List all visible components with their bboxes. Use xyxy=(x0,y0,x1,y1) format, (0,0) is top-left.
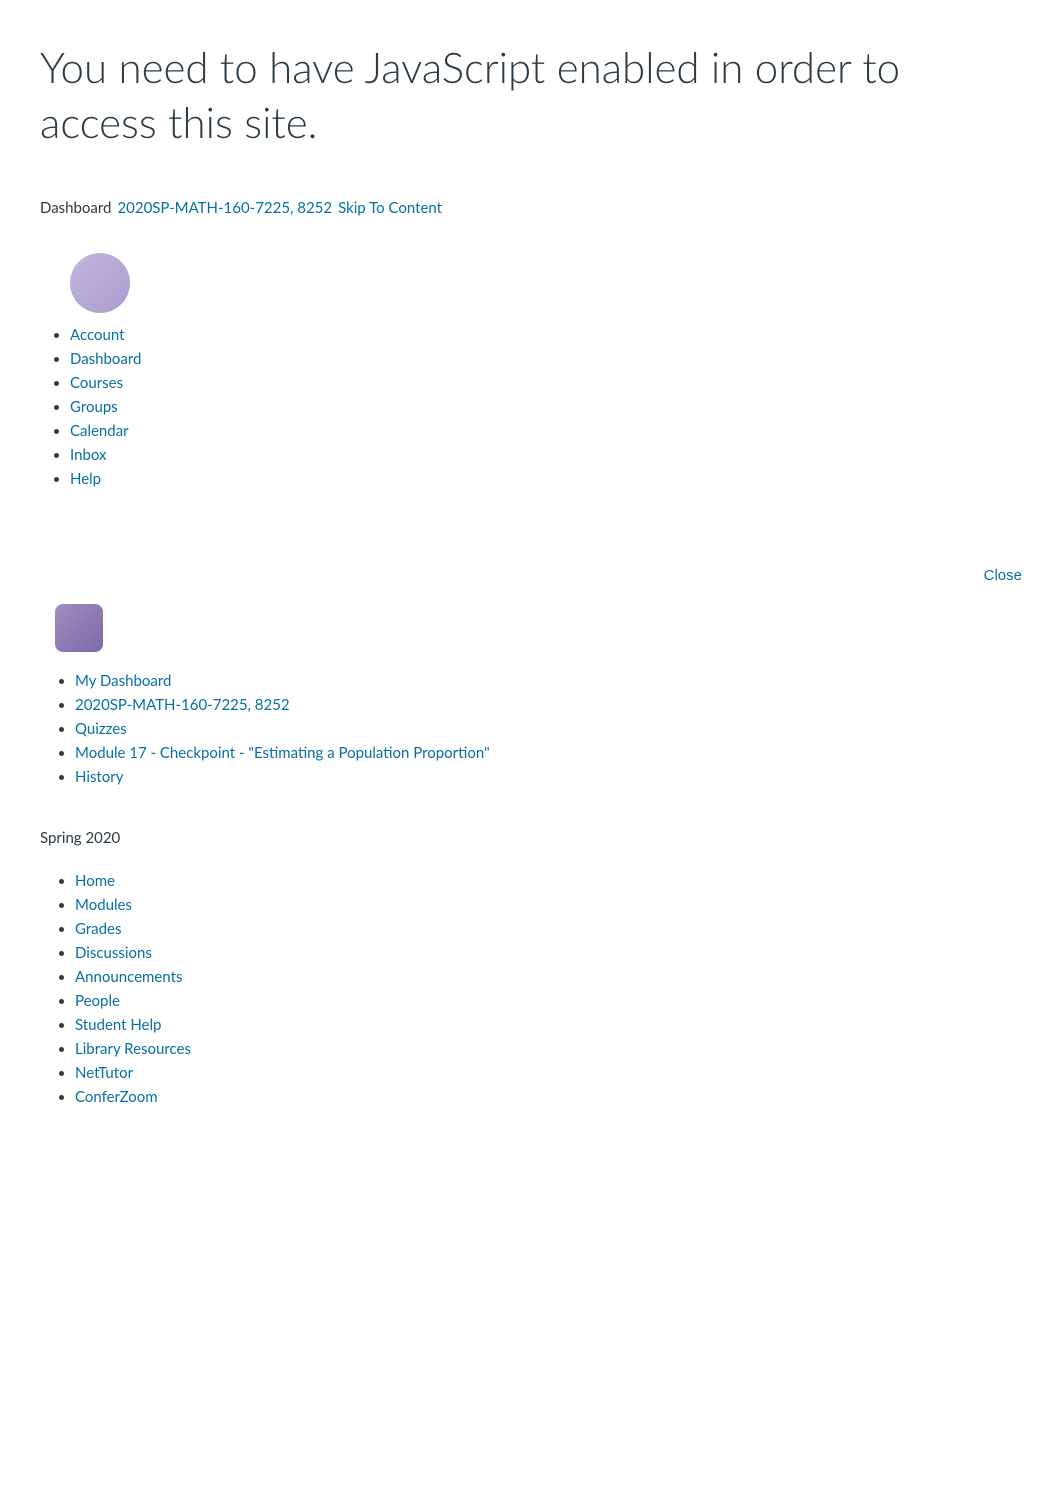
course-link[interactable]: 2020SP-MATH-160-7225, 8252 xyxy=(75,696,290,714)
breadcrumb: Dashboard 2020SP-MATH-160-7225, 8252 Ski… xyxy=(0,179,1062,237)
home-link[interactable]: Home xyxy=(75,872,115,890)
nav-item-inbox[interactable]: Inbox xyxy=(70,443,1022,467)
avatar-small xyxy=(55,604,103,652)
nav-item-groups[interactable]: Groups xyxy=(70,395,1022,419)
help-link[interactable]: Help xyxy=(70,470,101,488)
course-nav-people[interactable]: People xyxy=(75,989,1022,1013)
breadcrumb-skip-link[interactable]: Skip To Content xyxy=(338,199,442,217)
nettutor-link[interactable]: NetTutor xyxy=(75,1064,133,1082)
breadcrumb-module[interactable]: Module 17 - Checkpoint - "Estimating a P… xyxy=(75,741,1022,765)
avatar-item xyxy=(70,247,1022,323)
close-button[interactable]: Close xyxy=(984,567,1022,584)
breadcrumb-quizzes[interactable]: Quizzes xyxy=(75,717,1022,741)
groups-link[interactable]: Groups xyxy=(70,398,118,416)
announcements-link[interactable]: Announcements xyxy=(75,968,182,986)
course-nav-conferzoom[interactable]: ConferZoom xyxy=(75,1085,1022,1109)
course-nav-student-help[interactable]: Student Help xyxy=(75,1013,1022,1037)
history-link[interactable]: History xyxy=(75,768,123,786)
nav-item-help[interactable]: Help xyxy=(70,467,1022,491)
breadcrumb-course[interactable]: 2020SP-MATH-160-7225, 8252 xyxy=(75,693,1022,717)
conferzoom-link[interactable]: ConferZoom xyxy=(75,1088,158,1106)
course-nav-announcements[interactable]: Announcements xyxy=(75,965,1022,989)
course-nav-nettutor[interactable]: NetTutor xyxy=(75,1061,1022,1085)
nav-item-courses[interactable]: Courses xyxy=(70,371,1022,395)
course-nav: Home Modules Grades Discussions Announce… xyxy=(0,869,1062,1139)
library-resources-link[interactable]: Library Resources xyxy=(75,1040,191,1058)
my-dashboard-link[interactable]: My Dashboard xyxy=(75,672,171,690)
breadcrumb-dashboard-label: Dashboard xyxy=(40,199,111,217)
breadcrumb-my-dashboard[interactable]: My Dashboard xyxy=(75,669,1022,693)
student-help-link[interactable]: Student Help xyxy=(75,1016,161,1034)
quizzes-link[interactable]: Quizzes xyxy=(75,720,127,738)
courses-link[interactable]: Courses xyxy=(70,374,123,392)
course-nav-modules[interactable]: Modules xyxy=(75,893,1022,917)
calendar-link[interactable]: Calendar xyxy=(70,422,129,440)
inbox-link[interactable]: Inbox xyxy=(70,446,107,464)
empty-nav-item xyxy=(70,491,1022,517)
user-avatar-area xyxy=(0,594,1062,669)
course-nav-home[interactable]: Home xyxy=(75,869,1022,893)
dashboard-link[interactable]: Dashboard xyxy=(70,350,141,368)
course-section-label: Spring 2020 xyxy=(40,829,1022,847)
course-nav-grades[interactable]: Grades xyxy=(75,917,1022,941)
breadcrumb-nav: My Dashboard 2020SP-MATH-160-7225, 8252 … xyxy=(0,669,1062,809)
account-link[interactable]: Account xyxy=(70,326,125,344)
grades-link[interactable]: Grades xyxy=(75,920,121,938)
course-section: Spring 2020 xyxy=(0,809,1062,869)
avatar xyxy=(70,253,130,313)
course-nav-discussions[interactable]: Discussions xyxy=(75,941,1022,965)
nav-item-account[interactable]: Account xyxy=(70,323,1022,347)
breadcrumb-history[interactable]: History xyxy=(75,765,1022,789)
global-nav: Account Dashboard Courses Groups Calenda… xyxy=(0,237,1062,537)
discussions-link[interactable]: Discussions xyxy=(75,944,152,962)
page-main-title: You need to have JavaScript enabled in o… xyxy=(0,0,1062,179)
nav-item-calendar[interactable]: Calendar xyxy=(70,419,1022,443)
breadcrumb-course-link[interactable]: 2020SP-MATH-160-7225, 8252 xyxy=(117,199,332,217)
people-link[interactable]: People xyxy=(75,992,120,1010)
module-link[interactable]: Module 17 - Checkpoint - "Estimating a P… xyxy=(75,744,490,762)
nav-item-dashboard[interactable]: Dashboard xyxy=(70,347,1022,371)
modules-link[interactable]: Modules xyxy=(75,896,132,914)
course-nav-library-resources[interactable]: Library Resources xyxy=(75,1037,1022,1061)
close-button-area: Close xyxy=(0,557,1062,594)
